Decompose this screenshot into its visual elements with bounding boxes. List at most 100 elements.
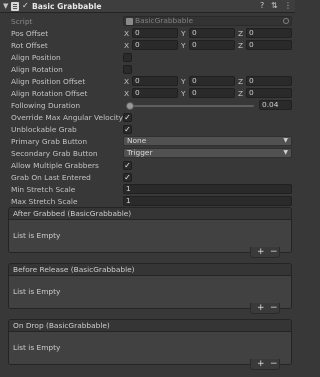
- help-icon[interactable]: ?: [260, 1, 264, 10]
- align-position-offset-x-field[interactable]: 0: [132, 76, 178, 86]
- align-position-offset-y-field[interactable]: 0: [189, 76, 235, 86]
- axis-z-label[interactable]: Z: [238, 41, 243, 50]
- secondary-grab-button-value: Trigger: [127, 148, 153, 157]
- remove-icon[interactable]: −: [270, 303, 278, 313]
- align-rotation-offset-label: Align Rotation Offset: [11, 89, 88, 98]
- unblockable-grab-label: Unblockable Grab: [11, 125, 77, 134]
- script-icon: [11, 2, 19, 11]
- enabled-checkbox-icon[interactable]: ✓: [22, 1, 29, 10]
- align-rotation-offset-y-field[interactable]: 0: [189, 88, 235, 98]
- align-position-offset-row: Align Position Offset X 0 Y 0 Z 0: [0, 76, 295, 87]
- allow-multiple-grabbers-row: Allow Multiple Grabbers ✓: [0, 160, 295, 171]
- axis-x-label[interactable]: X: [124, 77, 129, 86]
- component-header[interactable]: ▼ ✓ Basic Grabbable ? ⇅ ⋮: [0, 0, 295, 13]
- add-icon[interactable]: +: [257, 247, 265, 257]
- event-list: List is Empty: [9, 332, 291, 364]
- axis-x-label[interactable]: X: [124, 41, 129, 50]
- align-position-row: Align Position: [0, 52, 295, 63]
- rot-offset-x-field[interactable]: 0: [132, 40, 178, 50]
- event-title: Before Release (BasicGrabbable): [9, 264, 291, 276]
- align-rotation-checkbox[interactable]: [123, 65, 132, 74]
- empty-list-text: List is Empty: [13, 231, 61, 240]
- rot-offset-label: Rot Offset: [11, 41, 48, 50]
- following-duration-slider-thumb[interactable]: [126, 102, 134, 110]
- align-position-offset-z-field[interactable]: 0: [246, 76, 292, 86]
- primary-grab-button-label: Primary Grab Button: [11, 137, 87, 146]
- align-rotation-row: Align Rotation: [0, 64, 295, 75]
- script-row: Script BasicGrabbable: [0, 16, 295, 27]
- secondary-grab-button-dropdown[interactable]: Trigger ▼: [123, 148, 292, 158]
- unblockable-grab-row: Unblockable Grab ✓: [0, 124, 295, 135]
- remove-icon[interactable]: −: [270, 247, 278, 257]
- context-menu-icon[interactable]: ⋮: [284, 1, 292, 10]
- align-rotation-offset-x-field[interactable]: 0: [132, 88, 178, 98]
- pos-offset-row: Pos Offset X 0 Y 0 Z 0: [0, 28, 295, 39]
- following-duration-field[interactable]: 0.04: [259, 100, 292, 110]
- after-grabbed-footer: + −: [250, 247, 280, 258]
- axis-z-label[interactable]: Z: [238, 29, 243, 38]
- event-title: On Drop (BasicGrabbable): [9, 320, 291, 332]
- event-list: List is Empty: [9, 276, 291, 308]
- axis-y-label[interactable]: Y: [181, 41, 186, 50]
- primary-grab-button-row: Primary Grab Button None ▼: [0, 136, 295, 147]
- grab-on-last-entered-row: Grab On Last Entered ✓: [0, 172, 295, 183]
- script-field[interactable]: BasicGrabbable: [123, 16, 292, 26]
- align-rotation-offset-z-field[interactable]: 0: [246, 88, 292, 98]
- following-duration-row: Following Duration 0.04: [0, 100, 295, 111]
- primary-grab-button-dropdown[interactable]: None ▼: [123, 136, 292, 146]
- rot-offset-z-field[interactable]: 0: [246, 40, 292, 50]
- before-release-footer: + −: [250, 303, 280, 314]
- script-file-icon: [126, 18, 133, 25]
- min-stretch-scale-field[interactable]: 1: [123, 184, 292, 194]
- dropdown-arrow-icon: ▼: [283, 149, 288, 156]
- pos-offset-label: Pos Offset: [11, 29, 49, 38]
- empty-list-text: List is Empty: [13, 287, 61, 296]
- axis-y-label[interactable]: Y: [181, 89, 186, 98]
- axis-x-label[interactable]: X: [124, 89, 129, 98]
- empty-list-text: List is Empty: [13, 343, 61, 352]
- override-max-angular-velocity-checkbox[interactable]: ✓: [123, 113, 132, 122]
- rot-offset-y-field[interactable]: 0: [189, 40, 235, 50]
- remove-icon[interactable]: −: [270, 359, 278, 369]
- object-picker-icon[interactable]: [283, 18, 289, 24]
- rot-offset-row: Rot Offset X 0 Y 0 Z 0: [0, 40, 295, 51]
- align-position-label: Align Position: [11, 53, 61, 62]
- pos-offset-x-field[interactable]: 0: [132, 28, 178, 38]
- pos-offset-z-field[interactable]: 0: [246, 28, 292, 38]
- secondary-grab-button-row: Secondary Grab Button Trigger ▼: [0, 148, 295, 159]
- add-icon[interactable]: +: [257, 303, 265, 313]
- axis-x-label[interactable]: X: [124, 29, 129, 38]
- grab-on-last-entered-label: Grab On Last Entered: [11, 173, 91, 182]
- max-stretch-scale-row: Max Stretch Scale 1: [0, 196, 295, 207]
- unblockable-grab-checkbox[interactable]: ✓: [123, 125, 132, 134]
- primary-grab-button-value: None: [127, 136, 147, 145]
- script-label: Script: [11, 17, 33, 26]
- secondary-grab-button-label: Secondary Grab Button: [11, 149, 98, 158]
- min-stretch-scale-label: Min Stretch Scale: [11, 185, 76, 194]
- axis-y-label[interactable]: Y: [181, 77, 186, 86]
- dropdown-arrow-icon: ▼: [283, 137, 288, 144]
- max-stretch-scale-field[interactable]: 1: [123, 196, 292, 206]
- pos-offset-y-field[interactable]: 0: [189, 28, 235, 38]
- align-position-checkbox[interactable]: [123, 53, 132, 62]
- allow-multiple-grabbers-label: Allow Multiple Grabbers: [11, 161, 99, 170]
- add-icon[interactable]: +: [257, 359, 265, 369]
- on-drop-footer: + −: [250, 359, 280, 370]
- foldout-arrow-icon[interactable]: ▼: [3, 2, 8, 10]
- axis-z-label[interactable]: Z: [238, 77, 243, 86]
- min-stretch-scale-row: Min Stretch Scale 1: [0, 184, 295, 195]
- script-value: BasicGrabbable: [135, 16, 194, 25]
- max-stretch-scale-label: Max Stretch Scale: [11, 197, 78, 206]
- axis-y-label[interactable]: Y: [181, 29, 186, 38]
- axis-z-label[interactable]: Z: [238, 89, 243, 98]
- event-title: After Grabbed (BasicGrabbable): [9, 208, 291, 220]
- grab-on-last-entered-checkbox[interactable]: ✓: [123, 173, 132, 182]
- override-max-angular-velocity-row: Override Max Angular Velocity ✓: [0, 112, 295, 123]
- preset-icon[interactable]: ⇅: [271, 1, 278, 10]
- allow-multiple-grabbers-checkbox[interactable]: ✓: [123, 161, 132, 170]
- following-duration-label: Following Duration: [11, 101, 81, 110]
- component-title: Basic Grabbable: [32, 2, 102, 11]
- event-list: List is Empty: [9, 220, 291, 252]
- following-duration-slider-track[interactable]: [126, 105, 254, 107]
- align-rotation-label: Align Rotation: [11, 65, 63, 74]
